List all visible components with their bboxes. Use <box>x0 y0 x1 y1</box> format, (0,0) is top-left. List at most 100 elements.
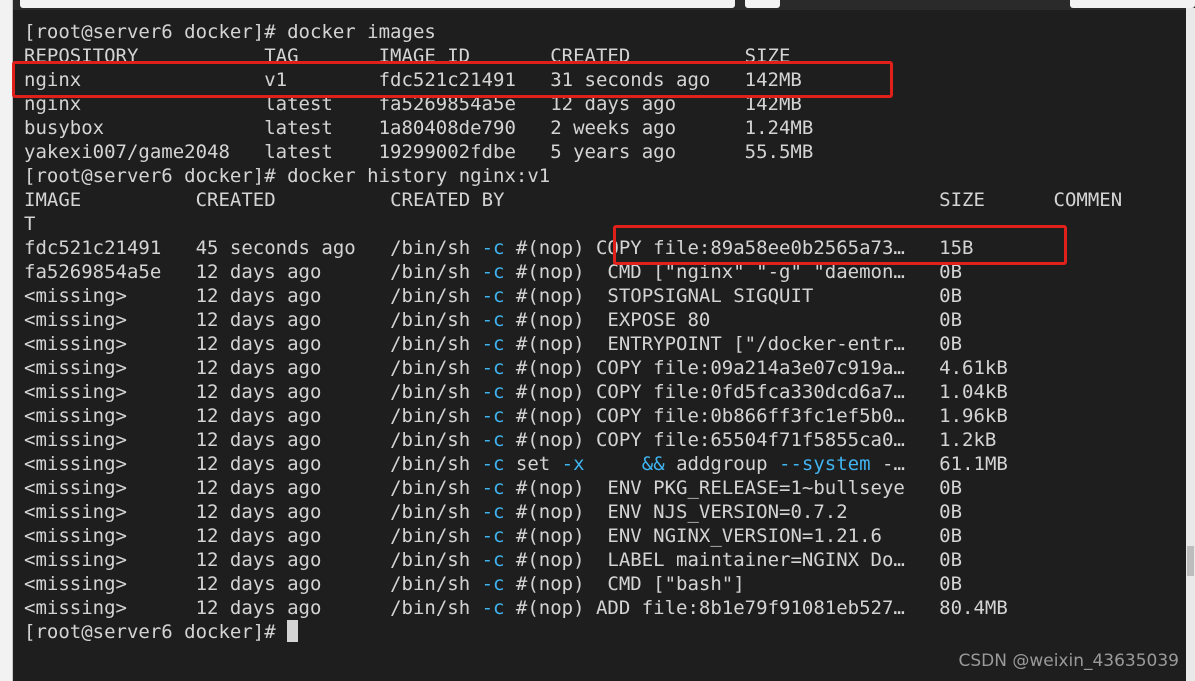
history-size: 0B <box>939 477 963 499</box>
history-cmd-flag: -x <box>561 453 585 475</box>
history-created: 12 days ago <box>195 261 391 283</box>
history-shell: /bin/sh <box>390 597 482 619</box>
history-size: 0B <box>939 501 963 523</box>
history-size: 1.04kB <box>939 381 1008 403</box>
history-header-wrap-text: T <box>24 213 36 235</box>
history-size: 61.1MB <box>939 453 1008 475</box>
window-tab-small[interactable] <box>745 0 780 8</box>
history-shell: /bin/sh <box>390 477 482 499</box>
history-size: 0B <box>939 333 963 355</box>
history-image-id: <missing> <box>24 501 196 523</box>
history-cmd-op: && <box>641 453 665 475</box>
history-spacer <box>905 453 939 475</box>
history-column-header: CREATED <box>195 189 391 211</box>
history-cmd: #(nop) ADD file:8b1e79f91081eb527… <box>504 597 905 619</box>
history-created: 45 seconds ago <box>195 237 391 259</box>
history-image-id: <missing> <box>24 573 196 595</box>
images-table-row: yakexi007/game2048 latest 19299002fdbe 5… <box>24 140 1184 164</box>
history-spacer <box>813 285 939 307</box>
images-cell: 1.24MB <box>744 117 814 139</box>
terminal-window: [root@server6 docker]# docker images REPO… <box>0 0 1195 681</box>
images-table-row: busybox latest 1a80408de790 2 weeks ago … <box>24 116 1184 140</box>
history-cmd: #(nop) COPY file:09a214a3e07c919a… <box>504 357 905 379</box>
history-table-row: <missing> 12 days ago /bin/sh -c #(nop) … <box>24 500 1184 524</box>
images-cell: yakexi007/game2048 <box>24 141 265 163</box>
images-cell: 55.5MB <box>744 141 814 163</box>
history-size: 0B <box>939 573 963 595</box>
history-cmd: addgroup <box>664 453 780 475</box>
text-cursor <box>287 620 299 642</box>
prompt-line: [root@server6 docker]# <box>24 620 1184 644</box>
history-flag: -c <box>481 261 505 283</box>
history-cmd: #(nop) ENTRYPOINT ["/docker-entr… <box>504 333 905 355</box>
history-created: 12 days ago <box>195 525 391 547</box>
history-cmd: #(nop) COPY file:0b866ff3fc1ef5b0… <box>504 405 905 427</box>
history-shell: /bin/sh <box>390 573 482 595</box>
images-cell: 1a80408de790 <box>378 117 551 139</box>
history-table-row: <missing> 12 days ago /bin/sh -c #(nop) … <box>24 380 1184 404</box>
scrollbar[interactable] <box>1186 8 1195 681</box>
history-spacer <box>905 357 939 379</box>
history-spacer <box>848 501 940 523</box>
history-size: 80.4MB <box>939 597 1008 619</box>
history-column-header: IMAGE <box>24 189 196 211</box>
history-image-id: <missing> <box>24 309 196 331</box>
history-image-id: <missing> <box>24 429 196 451</box>
history-shell: /bin/sh <box>390 333 482 355</box>
window-control-area[interactable] <box>1070 0 1195 8</box>
history-column-header: SIZE <box>939 189 1054 211</box>
scrollbar-thumb[interactable] <box>1187 546 1194 576</box>
history-cmd: #(nop) LABEL maintainer=NGINX Do… <box>504 549 905 571</box>
history-spacer <box>710 309 939 331</box>
history-cmd: #(nop) ENV NJS_VERSION=0.7.2 <box>504 501 848 523</box>
images-cell: 19299002fdbe <box>378 141 551 163</box>
history-flag: -c <box>481 597 505 619</box>
history-created: 12 days ago <box>195 309 391 331</box>
history-flag: -c <box>481 357 505 379</box>
history-flag: -c <box>481 405 505 427</box>
history-flag: -c <box>481 333 505 355</box>
history-shell: /bin/sh <box>390 285 482 307</box>
history-shell: /bin/sh <box>390 381 482 403</box>
command-text: docker history nginx:v1 <box>287 165 551 187</box>
history-cmd: #(nop) COPY file:65504f71f5855ca0… <box>504 429 905 451</box>
history-spacer <box>905 405 939 427</box>
history-image-id: <missing> <box>24 525 196 547</box>
history-flag: -c <box>481 573 505 595</box>
shell-prompt: [root@server6 docker]# <box>24 621 288 643</box>
history-image-id: <missing> <box>24 333 196 355</box>
history-spacer <box>905 333 939 355</box>
history-table-row: <missing> 12 days ago /bin/sh -c #(nop) … <box>24 332 1184 356</box>
highlight-box-copy-layer <box>613 225 1067 265</box>
window-tab[interactable] <box>20 0 735 8</box>
history-table-row: <missing> 12 days ago /bin/sh -c #(nop) … <box>24 284 1184 308</box>
history-flag: -c <box>481 381 505 403</box>
history-flag: -c <box>481 453 505 475</box>
history-flag: -c <box>481 285 505 307</box>
command-line: [root@server6 docker]# docker images <box>24 20 1184 44</box>
history-size: 0B <box>939 285 963 307</box>
history-flag: -c <box>481 549 505 571</box>
history-shell: /bin/sh <box>390 357 482 379</box>
history-table-row: <missing> 12 days ago /bin/sh -c #(nop) … <box>24 356 1184 380</box>
history-header-row: IMAGE CREATED CREATED BY SIZE COMMEN <box>24 188 1184 212</box>
history-shell: /bin/sh <box>390 261 482 283</box>
history-cmd <box>585 453 642 475</box>
history-spacer <box>905 429 939 451</box>
history-shell: /bin/sh <box>390 429 482 451</box>
images-cell: 2 weeks ago <box>550 117 745 139</box>
history-shell: /bin/sh <box>390 501 482 523</box>
history-shell: /bin/sh <box>390 549 482 571</box>
history-image-id: fdc521c21491 <box>24 237 196 259</box>
history-cmd: #(nop) ENV NGINX_VERSION=1.21.6 <box>504 525 882 547</box>
history-cmd: -… <box>870 453 905 475</box>
history-flag: -c <box>481 477 505 499</box>
history-flag: -c <box>481 429 505 451</box>
history-spacer <box>905 381 939 403</box>
history-created: 12 days ago <box>195 573 391 595</box>
history-size: 0B <box>939 549 963 571</box>
history-size: 4.61kB <box>939 357 1008 379</box>
terminal-output[interactable]: [root@server6 docker]# docker images REPO… <box>24 20 1184 644</box>
history-image-id: <missing> <box>24 357 196 379</box>
history-image-id: <missing> <box>24 477 196 499</box>
